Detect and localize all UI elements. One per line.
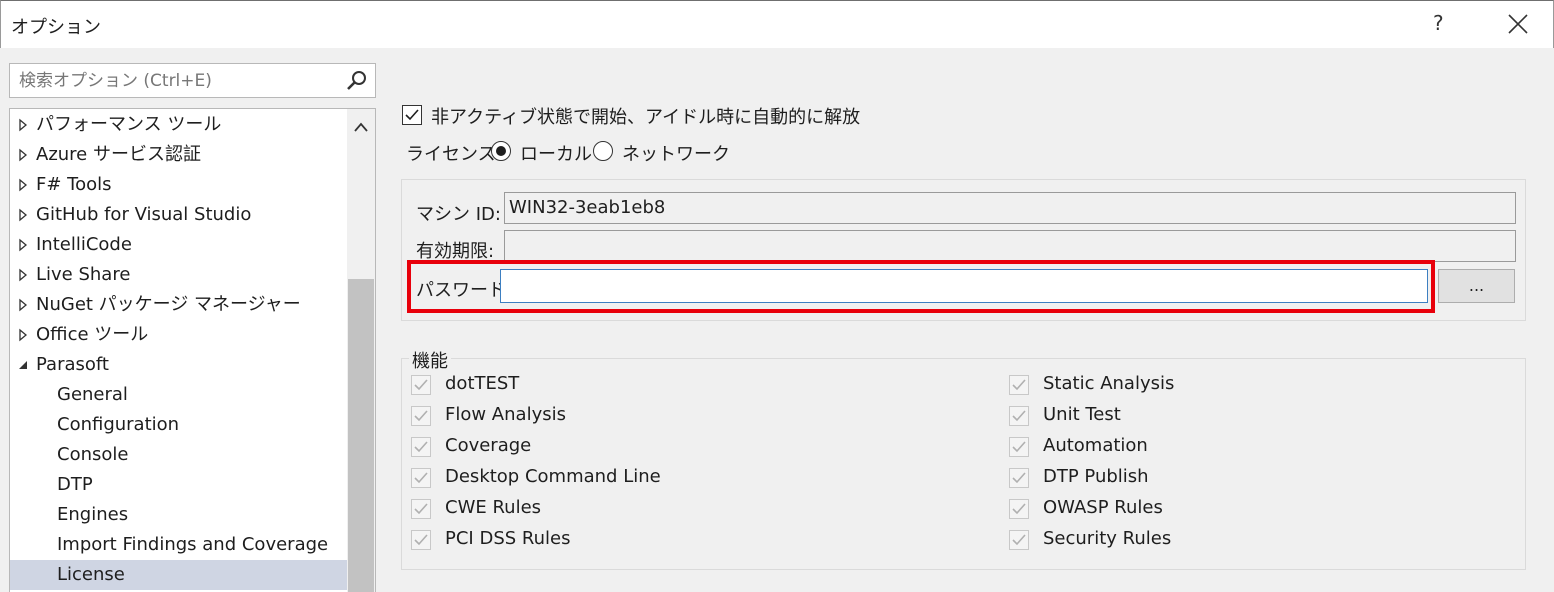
tree-item[interactable]: NuGet パッケージ マネージャー	[10, 290, 347, 320]
tree-item-label: Azure サービス認証	[36, 144, 201, 165]
feature-label: Static Analysis	[1043, 373, 1175, 394]
collapsed-arrow-icon[interactable]	[16, 170, 30, 200]
tree-item-label: F# Tools	[36, 174, 112, 195]
tree-item[interactable]: Parasoft	[10, 350, 347, 380]
collapsed-arrow-icon[interactable]	[16, 140, 30, 170]
tree-item[interactable]: Azure サービス認証	[10, 140, 347, 170]
tree-item[interactable]: Import Findings and Coverage	[10, 530, 347, 560]
window-title: オプション	[11, 17, 101, 38]
machine-id-field: WIN32-3eab1eb8	[504, 192, 1516, 224]
feature-label: OWASP Rules	[1043, 497, 1163, 518]
search-box	[9, 63, 376, 98]
scroll-thumb[interactable]	[348, 279, 374, 592]
feature-label: CWE Rules	[445, 497, 542, 518]
feature-label: dotTEST	[445, 373, 520, 394]
feature-checkbox[interactable]	[411, 530, 431, 550]
local-radio[interactable]	[491, 141, 511, 161]
tree-item-label: Console	[57, 444, 129, 465]
tree-item[interactable]: DTP	[10, 470, 347, 500]
tree-item[interactable]: Configuration	[10, 410, 347, 440]
tree-item-label: Engines	[57, 504, 129, 525]
tree-item[interactable]: Office ツール	[10, 320, 347, 350]
close-icon[interactable]	[1503, 9, 1533, 39]
local-label: ローカル	[520, 144, 592, 165]
password-field	[500, 269, 1428, 303]
feature-checkbox[interactable]	[1009, 406, 1029, 426]
tree-item[interactable]: General	[10, 380, 347, 410]
tree-item-label: パフォーマンス ツール	[36, 114, 222, 135]
tree-item[interactable]: GitHub for Visual Studio	[10, 200, 347, 230]
feature-label: DTP Publish	[1043, 466, 1149, 487]
collapsed-arrow-icon[interactable]	[16, 320, 30, 350]
browse-button[interactable]: ...	[1438, 269, 1515, 303]
tree-item-label: GitHub for Visual Studio	[36, 204, 252, 225]
tree-item-label: Live Share	[36, 264, 131, 285]
collapsed-arrow-icon[interactable]	[16, 260, 30, 290]
tree-item[interactable]: Console	[10, 440, 347, 470]
collapsed-arrow-icon[interactable]	[16, 290, 30, 320]
collapsed-arrow-icon[interactable]	[16, 110, 30, 140]
feature-checkbox[interactable]	[411, 375, 431, 395]
feature-label: PCI DSS Rules	[445, 528, 571, 549]
tree-item-label: Office ツール	[36, 324, 149, 345]
tree-item-label: License	[57, 564, 125, 585]
tree-item-label: General	[57, 384, 128, 405]
feature-checkbox[interactable]	[411, 406, 431, 426]
tree-item[interactable]: パフォーマンス ツール	[10, 110, 347, 140]
auto-release-checkbox[interactable]	[402, 105, 422, 125]
tree-item-label: Parasoft	[36, 354, 109, 375]
expiry-field	[504, 230, 1516, 262]
radio-selected-dot	[496, 146, 506, 156]
feature-checkbox[interactable]	[1009, 468, 1029, 488]
title-bar: オプション ?	[0, 0, 1554, 48]
machine-id-label: マシン ID:	[416, 204, 501, 225]
feature-label: Desktop Command Line	[445, 466, 661, 487]
license-label: ライセンス	[406, 144, 496, 165]
feature-checkbox[interactable]	[1009, 499, 1029, 519]
options-tree: パフォーマンス ツール Azure サービス認証 F# Tools GitHub fo…	[9, 108, 376, 592]
feature-label: Coverage	[445, 435, 532, 456]
auto-release-label: 非アクティブ状態で開始、アイドル時に自動的に解放	[431, 107, 861, 128]
tree-item[interactable]: Live Share	[10, 260, 347, 290]
password-input[interactable]	[505, 270, 1427, 302]
search-icon[interactable]	[345, 69, 369, 93]
search-input[interactable]	[10, 64, 340, 97]
feature-label: Automation	[1043, 435, 1148, 456]
tree-item-label: DTP	[57, 474, 93, 495]
tree-item-label: IntelliCode	[36, 234, 132, 255]
feature-checkbox[interactable]	[411, 499, 431, 519]
features-title: 機能	[409, 347, 451, 373]
feature-checkbox[interactable]	[1009, 437, 1029, 457]
tree-item[interactable]: Engines	[10, 500, 347, 530]
tree-item[interactable]: IntelliCode	[10, 230, 347, 260]
feature-checkbox[interactable]	[411, 468, 431, 488]
network-radio[interactable]	[593, 141, 613, 161]
collapsed-arrow-icon[interactable]	[16, 230, 30, 260]
tree-item[interactable]: License	[10, 560, 347, 590]
tree-item-label: Import Findings and Coverage	[57, 534, 329, 555]
feature-checkbox[interactable]	[1009, 375, 1029, 395]
tree-item[interactable]: F# Tools	[10, 170, 347, 200]
password-label: パスワード:	[416, 280, 513, 301]
feature-label: Unit Test	[1043, 404, 1121, 425]
feature-checkbox[interactable]	[411, 437, 431, 457]
license-panel: 非アクティブ状態で開始、アイドル時に自動的に解放 ライセンス ローカル ネットワ…	[384, 48, 1554, 592]
tree-item-label: Configuration	[57, 414, 180, 435]
network-label: ネットワーク	[622, 144, 730, 165]
tree-item-label: NuGet パッケージ マネージャー	[36, 294, 301, 315]
feature-checkbox[interactable]	[1009, 530, 1029, 550]
help-button[interactable]: ?	[1433, 11, 1444, 35]
feature-label: Flow Analysis	[445, 404, 566, 425]
feature-label: Security Rules	[1043, 528, 1172, 549]
expanded-arrow-icon[interactable]	[16, 350, 30, 380]
collapsed-arrow-icon[interactable]	[16, 200, 30, 230]
scroll-up-icon[interactable]	[353, 117, 369, 132]
tree-scrollbar[interactable]	[347, 109, 375, 592]
